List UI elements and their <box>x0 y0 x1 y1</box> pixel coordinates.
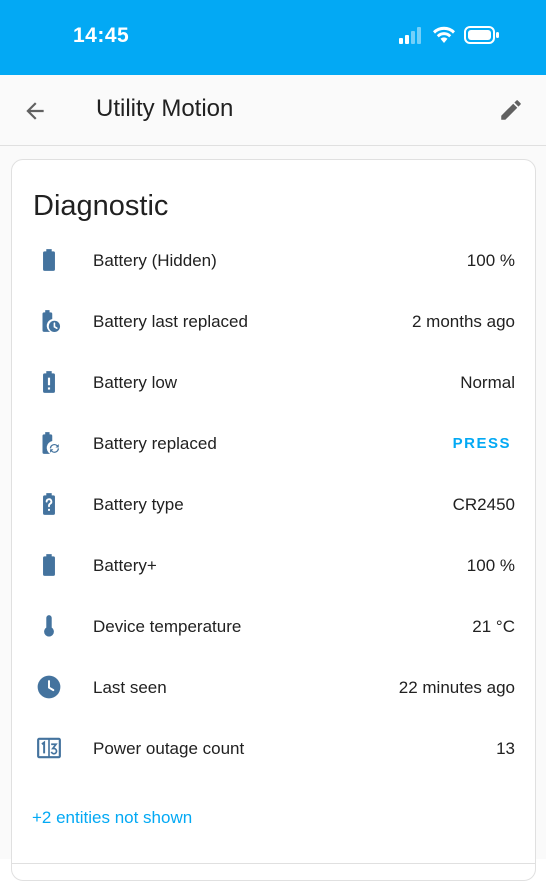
entity-label: Power outage count <box>93 738 245 758</box>
entity-label: Last seen <box>93 677 167 697</box>
entity-value: 2 months ago <box>411 311 515 331</box>
page-title: Utility Motion <box>96 95 234 122</box>
entity-label: Battery low <box>93 372 178 392</box>
card-title: Diagnostic <box>33 190 169 222</box>
status-time: 14:45 <box>73 24 130 47</box>
entity-value: 100 % <box>466 555 515 575</box>
press-button[interactable]: PRESS <box>453 435 511 452</box>
entity-label: Battery replaced <box>93 433 217 453</box>
entity-row-power-outage-count[interactable]: Power outage count 13 <box>12 718 535 779</box>
battery-icon <box>36 247 62 273</box>
entity-row-battery-replaced[interactable]: Battery replaced PRESS <box>12 413 535 474</box>
battery-unknown-icon <box>36 491 62 517</box>
toolbar: Utility Motion <box>0 75 546 146</box>
entity-row-battery-hidden[interactable]: Battery (Hidden) 100 % <box>12 230 535 291</box>
entity-value: 13 <box>496 738 515 758</box>
system-icons <box>398 26 500 49</box>
battery-sync-icon <box>36 430 62 456</box>
entity-label: Battery type <box>93 494 184 514</box>
entity-label: Battery last replaced <box>93 311 248 331</box>
battery-clock-icon <box>36 308 62 334</box>
status-bar: 14:45 <box>0 0 546 75</box>
entity-row-battery-type[interactable]: Battery type CR2450 <box>12 474 535 535</box>
counter-icon <box>36 735 62 761</box>
battery-alert-icon <box>36 369 62 395</box>
entity-label: Battery+ <box>93 555 157 575</box>
entity-row-last-seen[interactable]: Last seen 22 minutes ago <box>12 657 535 718</box>
wifi-icon <box>432 26 456 49</box>
entity-value: CR2450 <box>452 494 515 514</box>
entity-row-battery-plus[interactable]: Battery+ 100 % <box>12 535 535 596</box>
card-divider <box>12 863 535 864</box>
entity-value: 100 % <box>466 250 515 270</box>
entity-row-device-temperature[interactable]: Device temperature 21 °C <box>12 596 535 657</box>
battery-icon <box>36 552 62 578</box>
entity-row-battery-low[interactable]: Battery low Normal <box>12 352 535 413</box>
entity-list: Battery (Hidden) 100 % Battery last repl… <box>12 230 535 779</box>
thermometer-icon <box>36 613 62 639</box>
battery-status-icon <box>464 26 500 49</box>
entity-value: Normal <box>460 372 515 392</box>
more-entities-link[interactable]: +2 entities not shown <box>32 808 192 828</box>
clock-icon <box>36 674 62 700</box>
diagnostic-card: Diagnostic Battery (Hidden) 100 % Batter… <box>11 159 536 881</box>
entity-row-battery-last-replaced[interactable]: Battery last replaced 2 months ago <box>12 291 535 352</box>
page-body: Diagnostic Battery (Hidden) 100 % Batter… <box>0 146 546 881</box>
entity-value: 22 minutes ago <box>398 677 515 697</box>
back-arrow-icon[interactable] <box>22 98 48 124</box>
entity-value: 21 °C <box>472 616 515 636</box>
entity-label: Battery (Hidden) <box>93 250 217 270</box>
signal-icon <box>398 26 424 49</box>
pencil-icon[interactable] <box>498 97 524 123</box>
entity-label: Device temperature <box>93 616 242 636</box>
